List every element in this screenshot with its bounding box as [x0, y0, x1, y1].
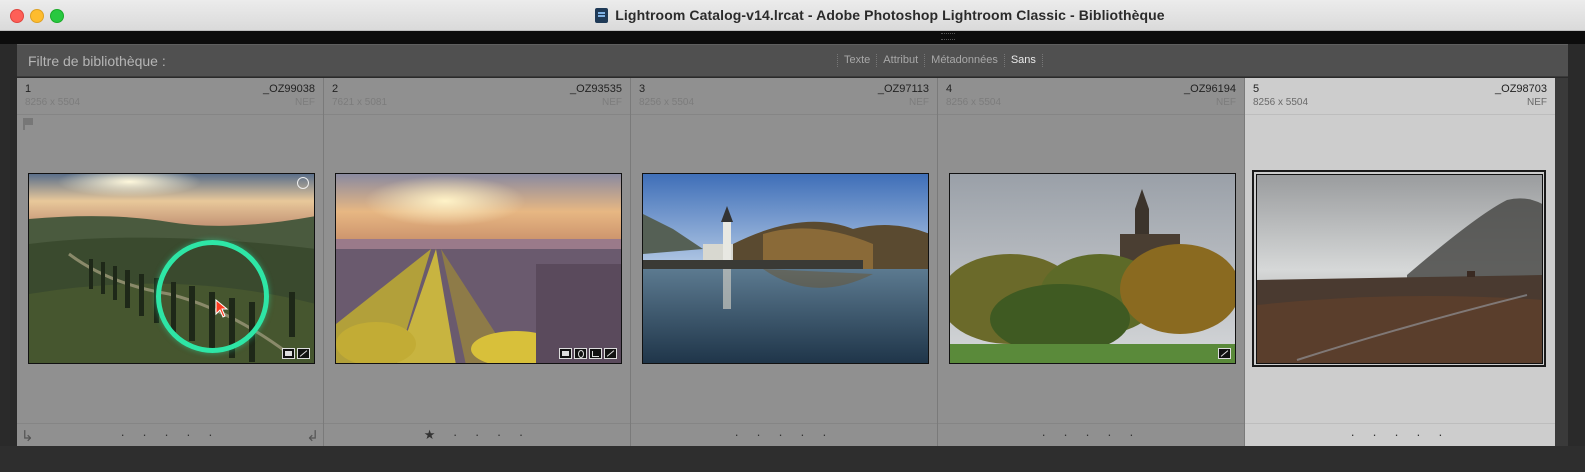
photo-file-type: NEF — [295, 97, 315, 108]
photo-filename: _OZ98703 — [1495, 83, 1547, 95]
panel-collapse-handle[interactable] — [941, 33, 955, 40]
photo-dimensions: 7621 x 5081 — [332, 97, 388, 108]
star-rating[interactable]: ★ · · · · — [324, 427, 630, 443]
rotate-right-icon[interactable]: ↲ — [306, 427, 319, 445]
photo-file-type: NEF — [909, 97, 929, 108]
keyword-badge-icon[interactable] — [559, 348, 572, 359]
photo-cell[interactable]: 2 _OZ93535 7621 x 5081 NEF ★ · · · · — [324, 78, 631, 446]
photo-index: 1 — [25, 83, 32, 95]
develop-edit-badge-icon[interactable] — [297, 348, 310, 359]
cell-footer: · · · · · — [1245, 423, 1555, 446]
photo-filename: _OZ93535 — [570, 83, 622, 95]
filter-tab-attribute[interactable]: Attribut — [876, 54, 924, 67]
panel-divider — [0, 31, 1585, 44]
misty-moor-image — [1257, 175, 1542, 363]
quick-collection-icon[interactable] — [297, 177, 309, 189]
photo-cell[interactable]: 3 _OZ97113 8256 x 5504 NEF · · · · · — [631, 78, 938, 446]
keyword-badge-icon[interactable] — [282, 348, 295, 359]
autumn-castle-image — [950, 174, 1235, 363]
library-filter-title: Filtre de bibliothèque : — [28, 53, 166, 69]
star-rating[interactable]: · · · · · — [1245, 427, 1555, 442]
photo-filename: _OZ96194 — [1184, 83, 1236, 95]
star-rating[interactable]: · · · · · — [938, 427, 1244, 442]
photo-thumbnail[interactable] — [1256, 174, 1543, 364]
filter-tab-metadata[interactable]: Métadonnées — [924, 54, 1004, 67]
cell-header: 1 _OZ99038 8256 x 5504 NEF — [17, 78, 323, 115]
photo-thumbnail[interactable] — [335, 173, 622, 364]
photo-filename: _OZ99038 — [263, 83, 315, 95]
develop-edit-badge-icon[interactable] — [604, 348, 617, 359]
photo-index: 5 — [1253, 83, 1260, 95]
photo-filename: _OZ97113 — [877, 83, 929, 95]
photo-cell-selected[interactable]: 5 _OZ98703 8256 x 5504 NEF · · · · · — [1245, 78, 1555, 446]
thumbnail-badges — [1218, 348, 1231, 359]
lightroom-catalog-icon — [595, 7, 609, 23]
window-title: Lightroom Catalog-v14.lrcat - Adobe Phot… — [615, 7, 1165, 23]
star-rating[interactable]: · · · · · — [631, 427, 937, 442]
cursor-highlight-ring — [156, 240, 269, 353]
photo-file-type: NEF — [602, 97, 622, 108]
star-rating[interactable]: · · · · · — [17, 427, 323, 442]
map-location-badge-icon[interactable] — [574, 348, 587, 359]
lavender-field-image — [336, 174, 621, 363]
flag-icon[interactable] — [23, 118, 33, 130]
cell-footer: ↳ · · · · · ↲ — [17, 423, 323, 446]
window-titlebar: Lightroom Catalog-v14.lrcat - Adobe Phot… — [0, 0, 1585, 31]
cell-header: 5 _OZ98703 8256 x 5504 NEF — [1245, 78, 1555, 115]
photo-thumbnail[interactable] — [949, 173, 1236, 364]
photo-dimensions: 8256 x 5504 — [25, 97, 81, 108]
photo-dimensions: 8256 x 5504 — [639, 97, 695, 108]
grid-scroll-area[interactable] — [1555, 78, 1568, 446]
photo-file-type: NEF — [1216, 97, 1236, 108]
filter-tabs: Texte Attribut Métadonnées Sans — [837, 45, 1043, 76]
photo-index: 3 — [639, 83, 646, 95]
cell-header: 2 _OZ93535 7621 x 5081 NEF — [324, 78, 630, 115]
thumbnail-badges — [282, 348, 310, 359]
cell-header: 3 _OZ97113 8256 x 5504 NEF — [631, 78, 937, 115]
crop-badge-icon[interactable] — [589, 348, 602, 359]
cell-footer: · · · · · — [938, 423, 1244, 446]
thumbnail-badges — [559, 348, 617, 359]
bottom-toolbar — [0, 446, 1585, 472]
photo-file-type: NEF — [1527, 97, 1547, 108]
photo-cell[interactable]: 4 _OZ96194 8256 x 5504 NEF · · · · · — [938, 78, 1245, 446]
filter-tab-none[interactable]: Sans — [1003, 54, 1043, 67]
photo-index: 4 — [946, 83, 953, 95]
photo-dimensions: 8256 x 5504 — [946, 97, 1002, 108]
cell-footer: ★ · · · · — [324, 423, 630, 446]
filter-tab-text[interactable]: Texte — [837, 54, 876, 67]
library-filter-bar: Filtre de bibliothèque : Texte Attribut … — [17, 44, 1568, 77]
photo-dimensions: 8256 x 5504 — [1253, 97, 1309, 108]
mouse-cursor-icon — [215, 299, 229, 318]
photo-index: 2 — [332, 83, 339, 95]
lake-church-image — [643, 174, 928, 363]
develop-edit-badge-icon[interactable] — [1218, 348, 1231, 359]
cell-footer: · · · · · — [631, 423, 937, 446]
photo-thumbnail[interactable] — [642, 173, 929, 364]
cell-header: 4 _OZ96194 8256 x 5504 NEF — [938, 78, 1244, 115]
